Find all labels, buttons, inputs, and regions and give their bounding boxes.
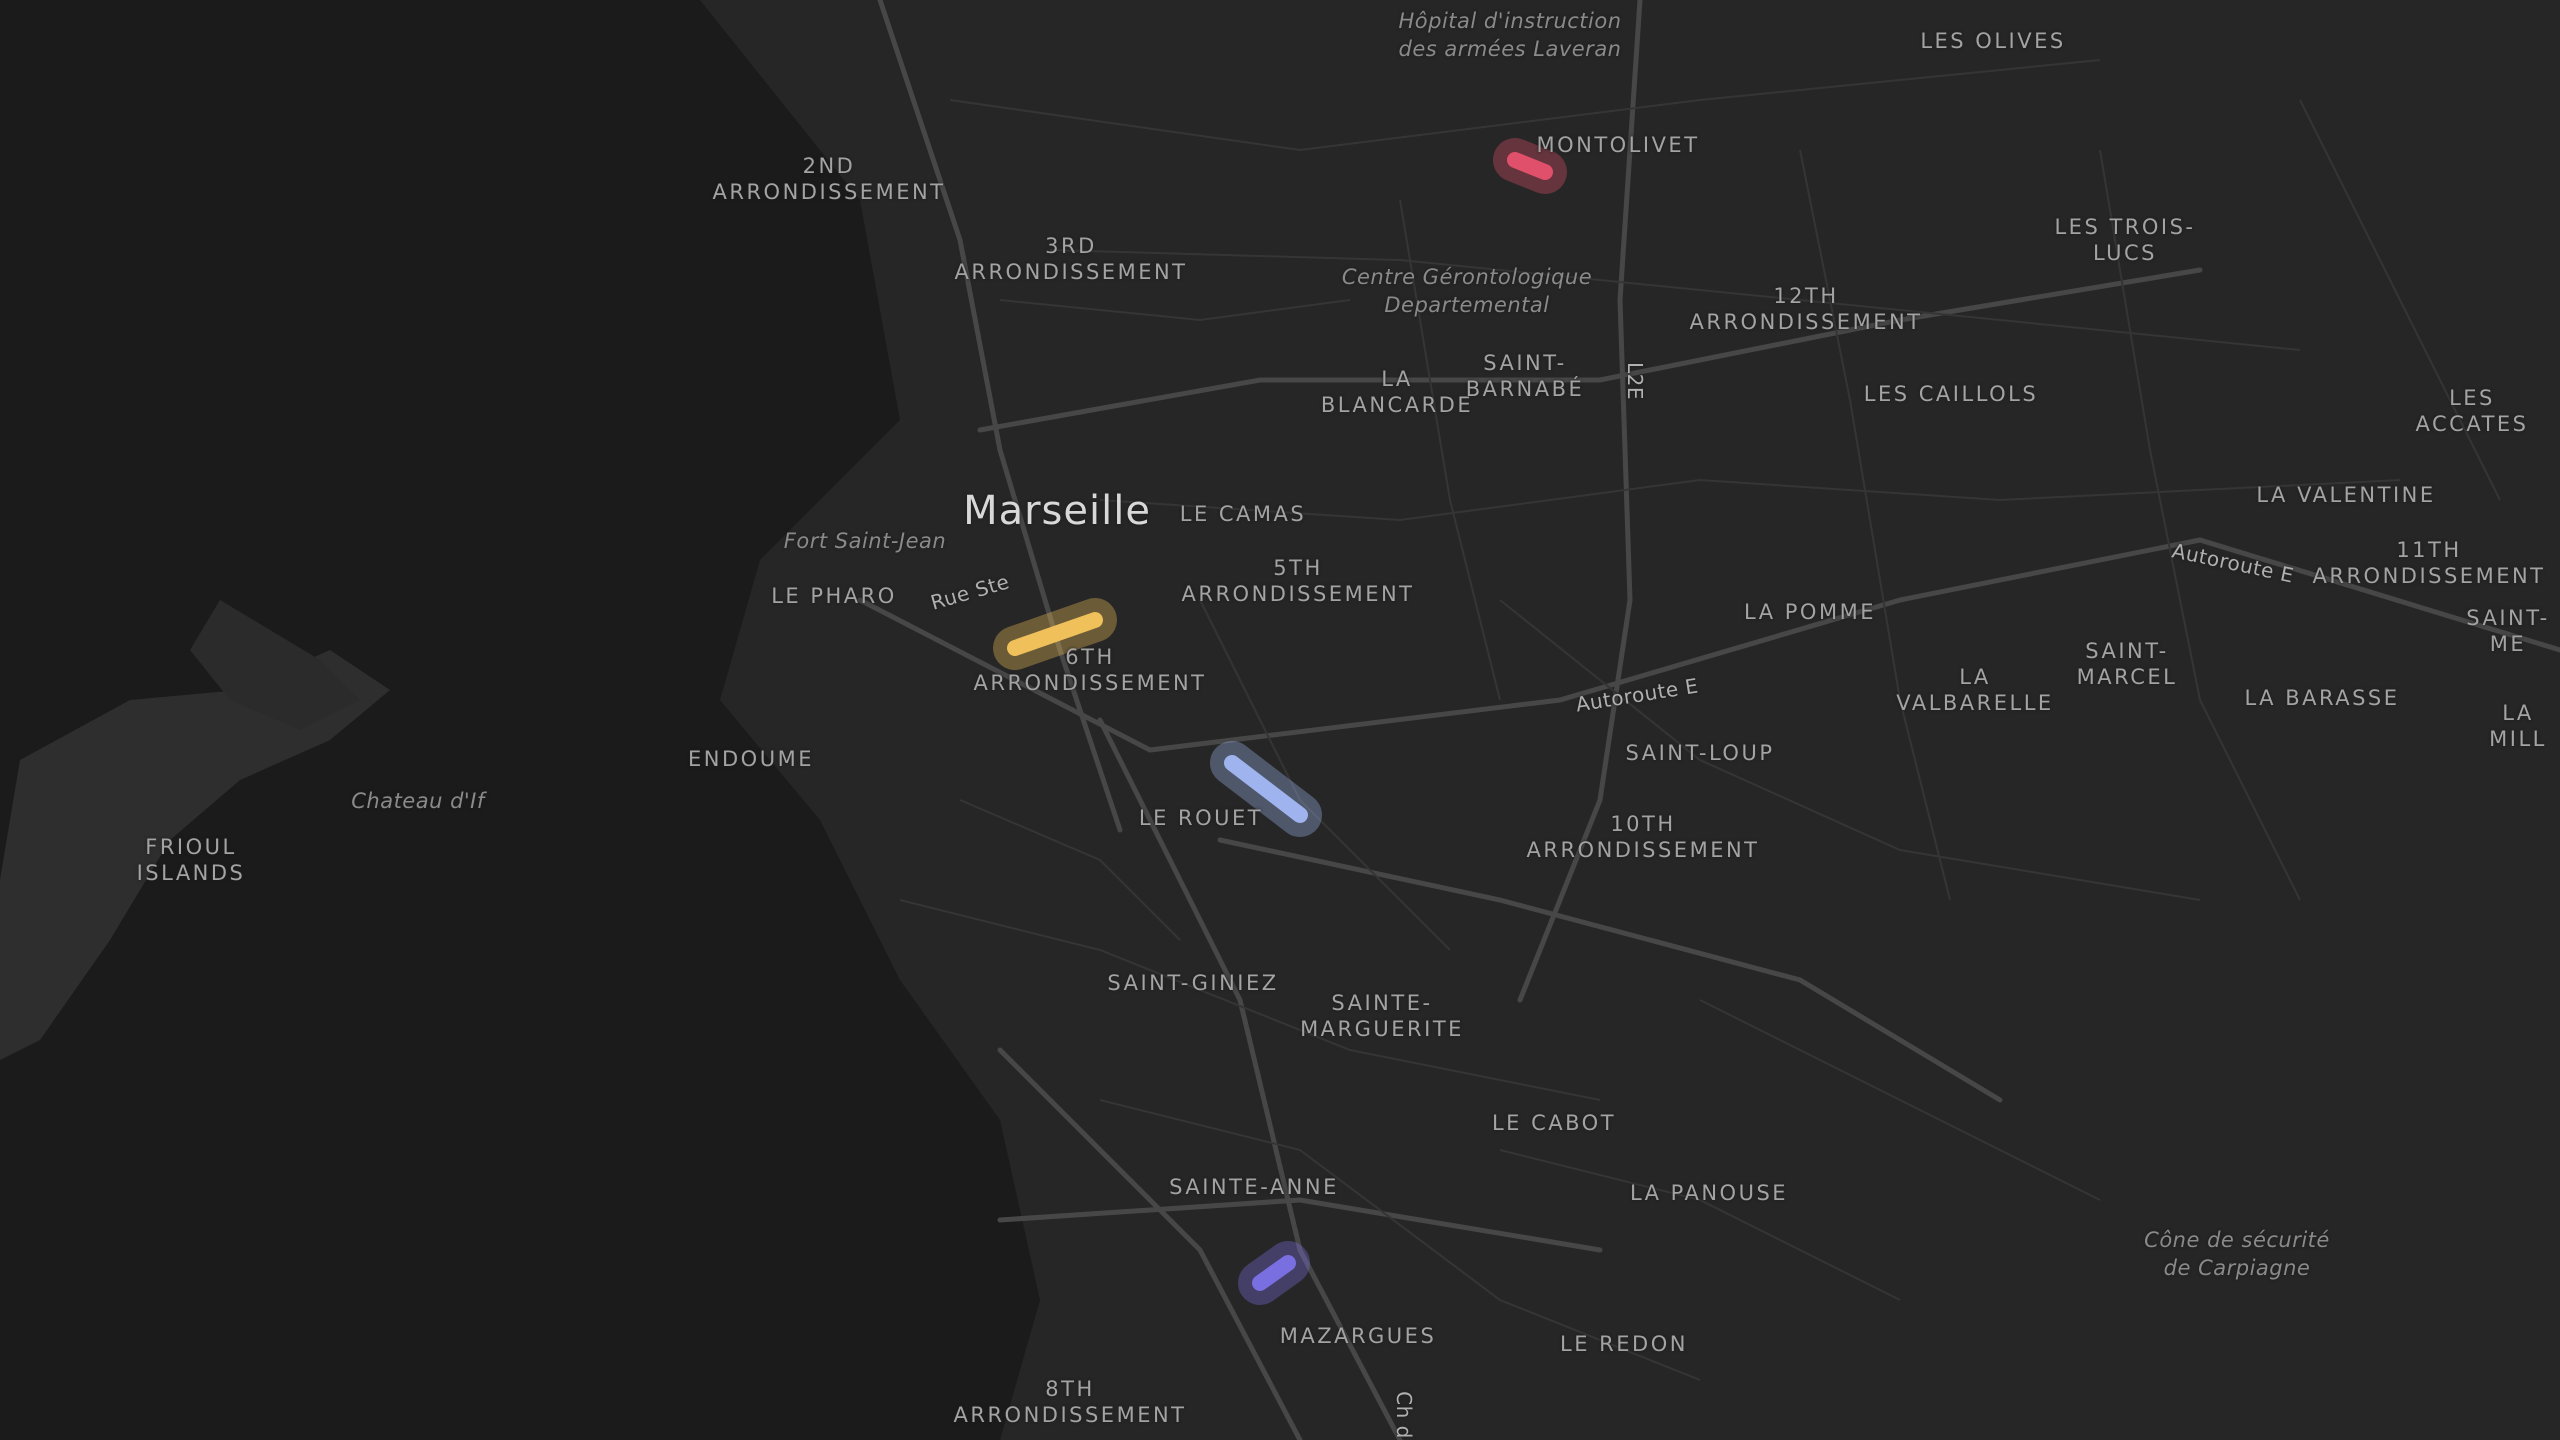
label-saint-loup: SAINT-LOUP (1625, 741, 1775, 765)
label-le-rouet: LE ROUET (1138, 806, 1264, 830)
label-2nd-arrondissement: 2ND ARRONDISSEMENT (712, 154, 946, 204)
label-la-pomme: LA POMME (1744, 600, 1876, 624)
label-saint-me: SAINT-ME (2466, 606, 2550, 656)
label-montolivet: MONTOLIVET (1536, 133, 1700, 157)
label-la-valbarelle: LA VALBARELLE (1896, 665, 2054, 715)
label-fort-saint-jean: Fort Saint-Jean (783, 529, 947, 553)
label-sainte-anne: SAINTE-ANNE (1169, 1175, 1339, 1199)
label-le-cabot: LE CABOT (1491, 1111, 1617, 1135)
label-hopital-laveran: Hôpital d'instruction des armées Laveran (1398, 9, 1622, 61)
label-chateau-dif: Chateau d'If (351, 789, 485, 813)
label-centre-gerontologique: Centre Gérontologique Departemental (1341, 265, 1593, 317)
label-cone-de-securite: Cône de sécurité de Carpiagne (2144, 1228, 2330, 1280)
label-10th-arrondissement: 10TH ARRONDISSEMENT (1526, 812, 1760, 862)
label-le-camas: LE CAMAS (1179, 502, 1307, 526)
label-12th-arrondissement: 12TH ARRONDISSEMENT (1689, 284, 1923, 334)
label-3rd-arrondissement: 3RD ARRONDISSEMENT (954, 234, 1188, 284)
label-saint-marcel: SAINT- MARCEL (2076, 639, 2178, 689)
label-endoume: ENDOUME (688, 747, 814, 771)
label-ch-d: Ch d (1392, 1391, 1416, 1439)
label-le-pharo: LE PHARO (771, 584, 897, 608)
label-saint-barnabe: SAINT- BARNABÉ (1465, 351, 1585, 401)
label-les-trois-lucs: LES TROIS- LUCS (2054, 215, 2196, 265)
label-le-redon: LE REDON (1560, 1332, 1688, 1356)
label-8th-arrondissement: 8TH ARRONDISSEMENT (953, 1377, 1187, 1427)
label-5th-arrondissement: 5TH ARRONDISSEMENT (1181, 556, 1415, 606)
label-les-caillols: LES CAILLOLS (1863, 382, 2039, 406)
label-les-olives: LES OLIVES (1920, 29, 2066, 53)
label-sainte-marguerite: SAINTE- MARGUERITE (1300, 991, 1464, 1041)
marker-red (1507, 152, 1553, 180)
label-l2e: L2E (1623, 361, 1647, 401)
label-la-barasse: LA BARASSE (2244, 686, 2400, 710)
label-les-accates: LES ACCATES (2415, 386, 2529, 436)
major-roads (857, 0, 2560, 1440)
label-mazargues: MAZARGUES (1279, 1324, 1437, 1348)
label-6th-arrondissement: 6TH ARRONDISSEMENT (973, 645, 1207, 695)
label-frioul-islands: FRIOUL ISLANDS (136, 835, 246, 885)
label-la-blancarde: LA BLANCARDE (1320, 367, 1474, 417)
label-marseille: Marseille (963, 488, 1151, 534)
label-la-valentine: LA VALENTINE (2256, 483, 2436, 507)
label-saint-giniez: SAINT-GINIEZ (1107, 971, 1279, 995)
label-11th-arrondissement: 11TH ARRONDISSEMENT (2312, 538, 2546, 588)
label-la-panouse: LA PANOUSE (1629, 1181, 1789, 1205)
label-la-mill: LA MILL (2489, 701, 2547, 751)
map-canvas[interactable]: 2ND ARRONDISSEMENT 3RD ARRONDISSEMENT Hô… (0, 0, 2560, 1440)
